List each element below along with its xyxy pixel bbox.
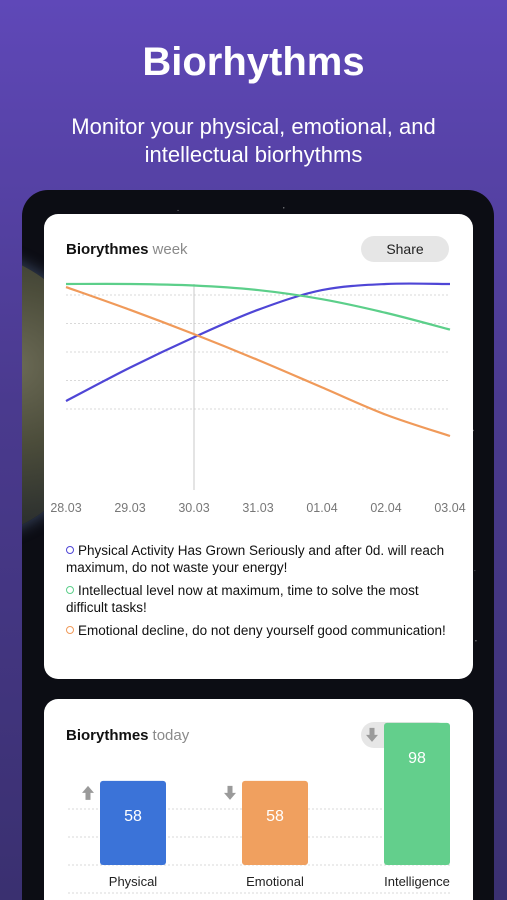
note-item: Emotional decline, do not deny yourself … [66, 622, 456, 639]
x-tick-label: 01.04 [306, 501, 337, 515]
note-text: Emotional decline, do not deny yourself … [78, 623, 446, 638]
note-text: Physical Activity Has Grown Seriously an… [66, 543, 445, 575]
week-line-chart: 28.03 29.03 30.03 31.03 01.04 02.04 03.04 [50, 282, 466, 515]
arrow-down-icon [366, 727, 378, 742]
arrow-up-icon [82, 785, 94, 800]
x-tick-label: 30.03 [178, 501, 209, 515]
hero-title: Biorhythms [142, 40, 365, 84]
x-tick-label: 31.03 [242, 501, 273, 515]
series-line-physical [65, 282, 451, 403]
bar-category-label: Physical [109, 874, 158, 889]
today-biorhythm-card: Biorythmestoday Share 58Physical58Emotio… [44, 699, 473, 900]
note-item: Physical Activity Has Grown Seriously an… [66, 542, 456, 576]
week-biorhythm-card: Biorythmes week Share 28.03 29.03 30.03 31.0… [44, 214, 473, 679]
star [474, 570, 476, 572]
legend-dot-icon [66, 586, 74, 594]
star [283, 207, 285, 209]
bar-category-label: Intelligence [384, 874, 450, 889]
bar-value-label: 58 [266, 808, 284, 825]
bar-category-label: Emotional [246, 874, 304, 889]
x-tick-label: 29.03 [114, 501, 145, 515]
hero-subtitle-line-1: Monitor your physical, emotional, and [71, 114, 436, 139]
bar-value-label: 58 [124, 808, 142, 825]
bar-intelligence [384, 722, 450, 865]
hero-subtitle-line-2: intellectual biorhythms [144, 142, 363, 167]
note-text: Intellectual level now at maximum, time … [66, 583, 419, 615]
today-bar-chart: 58 Physical 58 Emotional 98 Intelligence [68, 722, 450, 894]
x-tick-label: 02.04 [370, 501, 401, 515]
legend-dot-icon [66, 546, 74, 554]
x-tick-label: 03.04 [434, 501, 465, 515]
week-notes-list: Physical Activity Has Grown Seriously an… [66, 542, 456, 645]
x-tick-label: 28.03 [50, 501, 81, 515]
note-item: Intellectual level now at maximum, time … [66, 582, 456, 616]
hero-subtitle: Monitor your physical, emotional, and in… [40, 113, 467, 169]
star [177, 209, 179, 211]
star [475, 640, 477, 642]
legend-dot-icon [66, 626, 74, 634]
arrow-down-icon [224, 785, 236, 800]
bar-value-label: 98 [408, 750, 426, 767]
